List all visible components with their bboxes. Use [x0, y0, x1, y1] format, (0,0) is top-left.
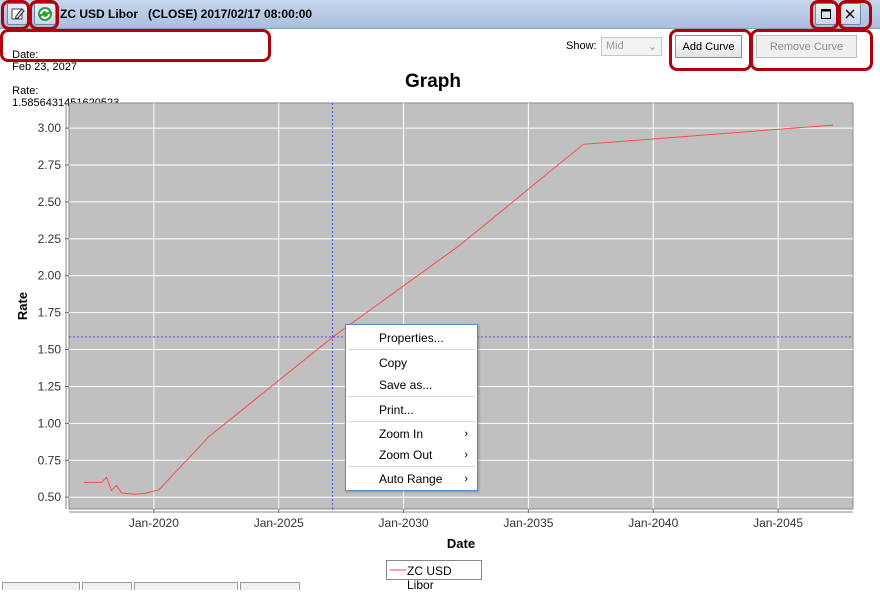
y-tick-label: 2.75 — [38, 158, 62, 172]
menu-item-copy[interactable]: Copy — [379, 356, 407, 370]
context-menu: Properties... Copy Save as... Print... Z… — [345, 324, 478, 491]
chevron-right-icon: › — [464, 473, 468, 485]
y-axis-label: Rate — [15, 292, 30, 320]
menu-separator — [348, 349, 475, 350]
x-tick-label: Jan-2045 — [753, 516, 803, 530]
x-tick-label: Jan-2030 — [379, 516, 429, 530]
menu-item-print[interactable]: Print... — [379, 403, 414, 417]
menu-item-zoom-out[interactable]: Zoom Out — [379, 448, 432, 462]
y-tick-label: 2.25 — [38, 232, 62, 246]
y-tick-label: 2.50 — [38, 195, 62, 209]
menu-separator — [348, 396, 475, 397]
x-tick-label: Jan-2025 — [254, 516, 304, 530]
y-tick-label: 1.25 — [38, 379, 62, 393]
chevron-right-icon: › — [464, 449, 468, 461]
y-tick-label: 3.00 — [38, 121, 62, 135]
y-tick-label: 0.75 — [38, 453, 62, 467]
menu-item-save-as[interactable]: Save as... — [379, 378, 432, 392]
y-tick-label: 1.75 — [38, 306, 62, 320]
legend-swatch — [390, 569, 406, 571]
y-tick-label: 1.50 — [38, 343, 62, 357]
bottom-tab-strip — [0, 582, 880, 590]
y-tick-label: 1.00 — [38, 416, 62, 430]
line-chart: 0.50 0.75 1.00 1.25 1.50 1.75 2.00 2.25 2.50 2.75… — [15, 102, 854, 551]
chevron-right-icon: › — [464, 428, 468, 440]
y-tick-label: 2.00 — [38, 269, 62, 283]
menu-item-auto-range[interactable]: Auto Range — [379, 472, 442, 486]
x-axis-label: Date — [447, 536, 475, 551]
x-tick-label: Jan-2040 — [628, 516, 678, 530]
menu-separator — [348, 466, 475, 467]
x-tick-label: Jan-2020 — [129, 516, 179, 530]
menu-item-zoom-in[interactable]: Zoom In — [379, 427, 423, 441]
x-tick-label: Jan-2035 — [503, 516, 553, 530]
menu-item-properties[interactable]: Properties... — [379, 331, 444, 345]
chart-legend: ZC USD Libor — [386, 560, 482, 592]
menu-separator — [348, 421, 475, 422]
y-tick-label: 0.50 — [38, 490, 62, 504]
